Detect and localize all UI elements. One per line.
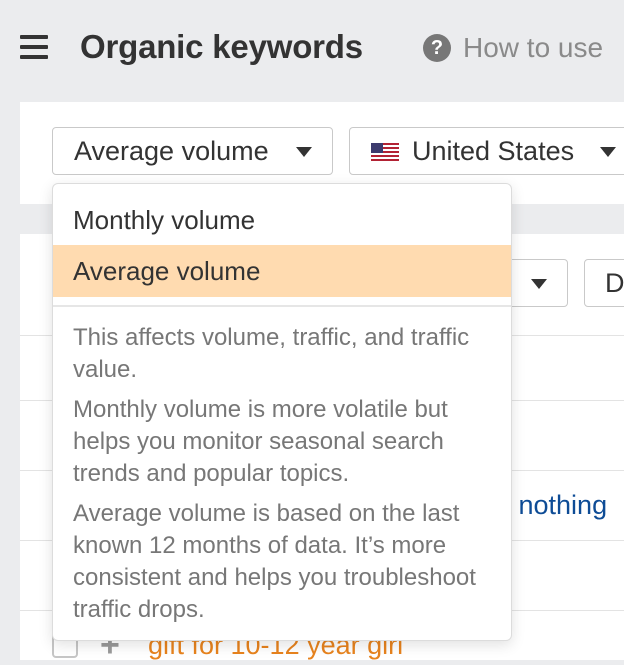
volume-select[interactable]: Average volume — [52, 127, 333, 175]
caret-down-icon — [296, 147, 312, 157]
volume-select-value: Average volume — [74, 136, 269, 166]
volume-dropdown-menu: Monthly volume Average volume This affec… — [52, 183, 512, 641]
country-select-value: United States — [412, 136, 575, 166]
menu-description: Average volume is based on the last know… — [73, 500, 476, 623]
country-select[interactable]: United States — [349, 127, 624, 175]
hamburger-icon[interactable] — [20, 35, 48, 59]
caret-down-icon — [600, 147, 616, 157]
menu-description: This affects volume, traffic, and traffi… — [73, 324, 470, 383]
caret-down-icon — [531, 279, 547, 289]
menu-option-average-volume[interactable]: Average volume — [53, 245, 511, 297]
menu-option-monthly-volume[interactable]: Monthly volume — [53, 194, 511, 246]
question-circle-icon[interactable]: ? — [423, 34, 451, 62]
how-to-use-link[interactable]: How to use — [463, 32, 603, 64]
us-flag-icon — [371, 143, 399, 161]
filter-button[interactable]: D — [584, 259, 624, 307]
page-title: Organic keywords — [80, 28, 363, 65]
menu-description: Monthly volume is more volatile but help… — [73, 396, 448, 487]
menu-divider — [53, 305, 511, 307]
